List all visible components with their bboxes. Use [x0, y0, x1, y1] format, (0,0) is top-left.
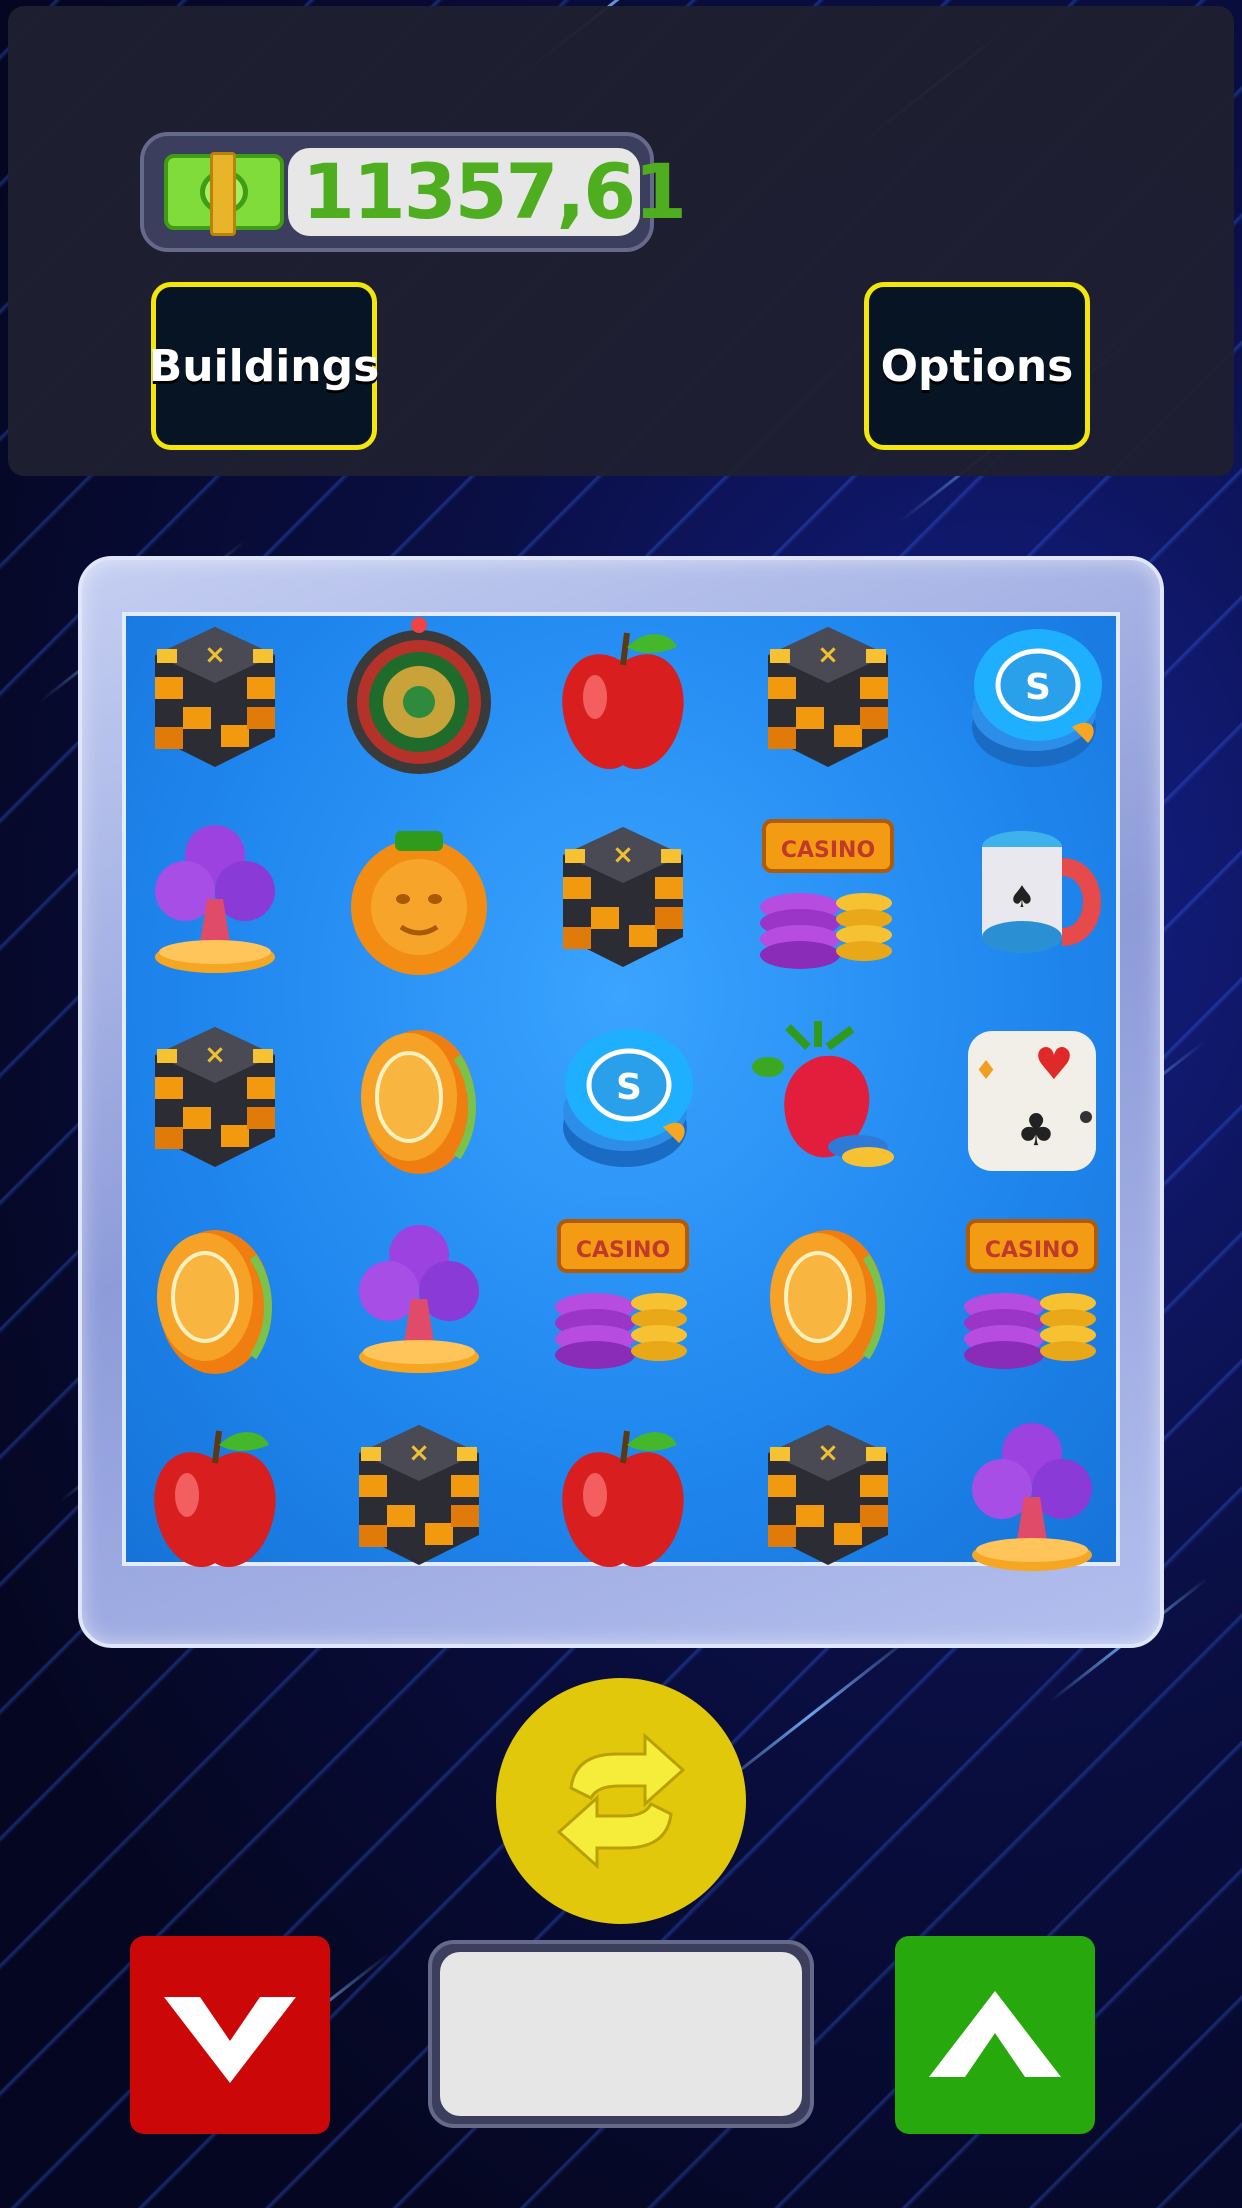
svg-text:CASINO: CASINO [576, 1238, 670, 1263]
slot-cell [337, 1005, 501, 1189]
svg-text:♥: ♥ [1034, 1039, 1073, 1090]
slot-cell [133, 1205, 297, 1389]
svg-text:×: × [204, 1040, 226, 1070]
block-icon: × [768, 627, 888, 767]
slot-cell [746, 1205, 910, 1389]
refresh-icon [556, 1732, 686, 1870]
bet-display [428, 1940, 814, 2128]
chip-orange-icon [361, 1030, 476, 1174]
svg-text:×: × [204, 640, 226, 670]
svg-text:×: × [817, 1438, 839, 1468]
svg-text:×: × [408, 1438, 430, 1468]
svg-text:♣: ♣ [1016, 1105, 1055, 1156]
chip-blue-icon: S [563, 1029, 693, 1167]
slot-cell [541, 1403, 705, 1587]
slot-cell: × [337, 1403, 501, 1587]
svg-text:S: S [616, 1067, 642, 1108]
slot-cell: ♥ ♣ ♦ [950, 1005, 1114, 1189]
strawberry-icon [752, 1021, 894, 1167]
slot-cell: S [541, 1005, 705, 1189]
chip-stack-icon: ♠ [982, 831, 1101, 953]
svg-text:S: S [1025, 667, 1051, 708]
options-button[interactable]: Options [864, 282, 1090, 450]
apple-icon [562, 632, 684, 770]
slot-cell: × [133, 605, 297, 789]
svg-text:♦: ♦ [974, 1056, 997, 1086]
slot-cell [541, 605, 705, 789]
slot-cell: × [746, 605, 910, 789]
block-icon: × [563, 827, 683, 967]
slot-cell [337, 1205, 501, 1389]
slot-cell: CASINO [541, 1205, 705, 1389]
svg-text:♠: ♠ [1009, 880, 1036, 915]
slot-cell: × [133, 1005, 297, 1189]
svg-text:CASINO: CASINO [781, 838, 875, 863]
slot-cell: CASINO [950, 1205, 1114, 1389]
chevron-up-icon [929, 1991, 1061, 2077]
svg-text:×: × [817, 640, 839, 670]
slot-cell: × [541, 805, 705, 989]
svg-text:CASINO: CASINO [985, 1238, 1079, 1263]
slot-cell [746, 1005, 910, 1189]
orange-icon [351, 831, 487, 975]
cards-dice-icon: ♥ ♣ ♦ [968, 1031, 1096, 1171]
balance-display: 11357,61 [140, 132, 687, 252]
balance-value: 11357,61 [288, 148, 687, 236]
slot-cell: CASINO [746, 805, 910, 989]
slot-cell [337, 805, 501, 989]
club-icon [359, 1225, 479, 1373]
casino-sign-icon: CASINO [555, 1219, 689, 1369]
slot-cell [337, 605, 501, 789]
buildings-button[interactable]: Buildings [149, 282, 379, 450]
apple-icon [154, 1430, 276, 1568]
block-icon: × [155, 1027, 275, 1167]
block-icon: × [359, 1425, 479, 1565]
slot-cell: ♠ [950, 805, 1114, 989]
block-icon: × [155, 627, 275, 767]
roulette-icon [347, 617, 491, 774]
chip-blue-icon: S [972, 629, 1102, 767]
slot-cell: S [950, 605, 1114, 789]
bet-value [440, 1952, 802, 2116]
slot-cell [133, 1403, 297, 1587]
club-icon [972, 1423, 1092, 1571]
club-icon [155, 825, 275, 973]
chip-orange-icon [157, 1230, 272, 1374]
apple-icon [562, 1430, 684, 1568]
block-icon: × [768, 1425, 888, 1565]
cash-icon [164, 152, 284, 236]
svg-text:×: × [612, 840, 634, 870]
casino-sign-icon: CASINO [964, 1219, 1098, 1369]
casino-sign-icon: CASINO [760, 819, 894, 969]
decrease-bet-button[interactable] [130, 1936, 330, 2134]
slot-cell: × [746, 1403, 910, 1587]
chip-orange-icon [770, 1230, 885, 1374]
spin-button[interactable] [496, 1678, 746, 1924]
slot-cell [133, 805, 297, 989]
increase-bet-button[interactable] [895, 1936, 1095, 2134]
slot-cell [950, 1403, 1114, 1587]
chevron-down-icon [164, 1997, 296, 2083]
